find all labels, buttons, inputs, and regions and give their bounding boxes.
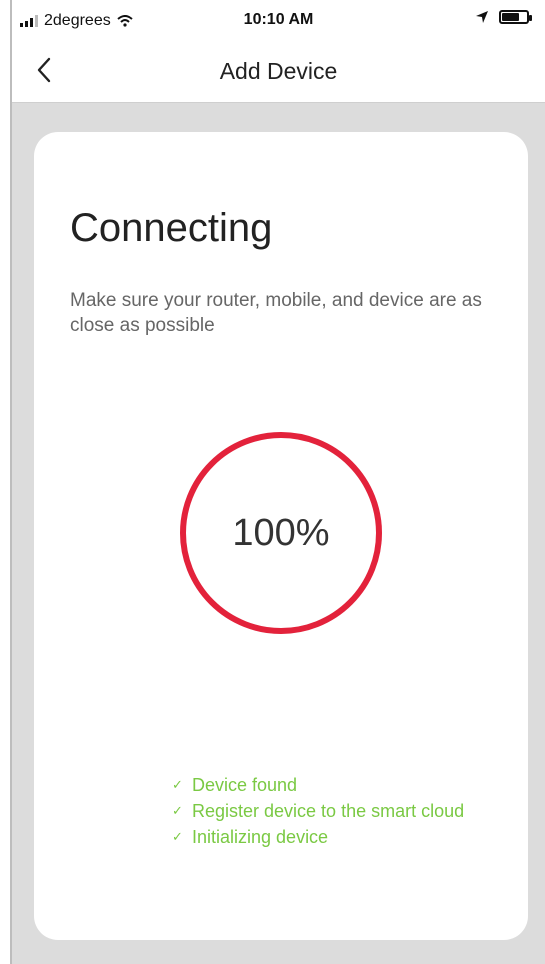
battery-level <box>502 13 519 21</box>
step-label: Device found <box>192 775 298 795</box>
connection-instructions: Make sure your router, mobile, and devic… <box>70 290 482 336</box>
check-icon: ✓ <box>172 803 183 818</box>
page-title: Add Device <box>219 58 338 84</box>
check-icon: ✓ <box>172 829 183 844</box>
status-bar: 2degrees 10:10 AM <box>12 0 545 40</box>
phone-frame: 2degrees 10:10 AM Add Device Connecting <box>10 0 545 964</box>
steps-list: ✓ Device found ✓ Register device to the … <box>172 772 522 850</box>
battery-icon <box>499 10 532 24</box>
status-time: 10:10 AM <box>243 11 314 28</box>
location-icon <box>476 11 488 23</box>
step-item: ✓ Register device to the smart cloud <box>172 798 522 824</box>
connecting-heading: Connecting <box>70 206 273 250</box>
step-item: ✓ Initializing device <box>172 824 522 850</box>
status-right <box>475 10 532 24</box>
progress-percent: 100% <box>232 511 330 554</box>
step-item: ✓ Device found <box>172 772 522 798</box>
nav-bar: Add Device <box>12 40 545 103</box>
step-label: Register device to the smart cloud <box>192 801 465 821</box>
check-icon: ✓ <box>172 777 183 792</box>
step-label: Initializing device <box>192 827 329 847</box>
connecting-card: Connecting Make sure your router, mobile… <box>34 132 528 940</box>
